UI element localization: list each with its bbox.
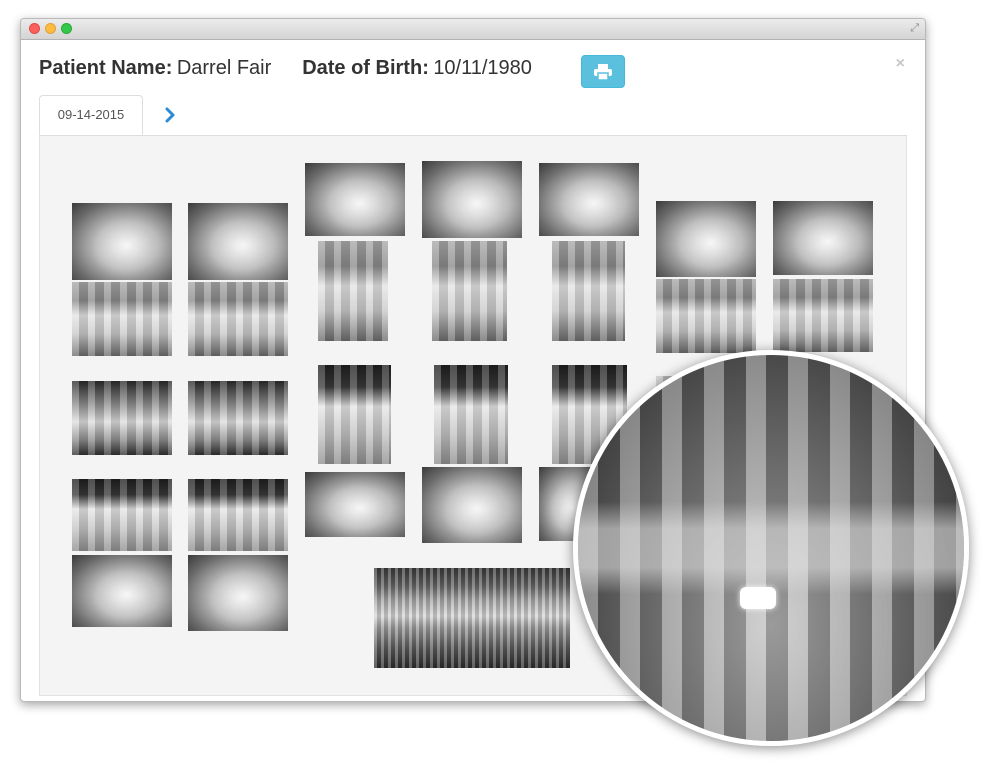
xray-thumbnail[interactable] bbox=[318, 365, 391, 464]
xray-thumbnail[interactable] bbox=[188, 479, 288, 551]
close-window-icon[interactable] bbox=[29, 23, 40, 34]
xray-thumbnail[interactable] bbox=[318, 241, 388, 341]
panoramic-xray[interactable] bbox=[374, 568, 570, 668]
xray-thumbnail[interactable] bbox=[422, 467, 522, 543]
minimize-window-icon[interactable] bbox=[45, 23, 56, 34]
xray-thumbnail[interactable] bbox=[188, 282, 288, 356]
xray-thumbnail[interactable] bbox=[552, 241, 625, 341]
xray-thumbnail[interactable] bbox=[656, 279, 756, 353]
dob-label: Date of Birth: bbox=[302, 57, 429, 79]
xray-thumbnail[interactable] bbox=[434, 365, 508, 464]
xray-thumbnail[interactable] bbox=[432, 241, 507, 341]
xray-thumbnail[interactable] bbox=[773, 201, 873, 275]
xray-thumbnail[interactable] bbox=[188, 555, 288, 631]
dob-value: 10/11/1980 bbox=[433, 57, 532, 79]
xray-thumbnail[interactable] bbox=[539, 163, 639, 236]
xray-thumbnail[interactable] bbox=[422, 161, 522, 238]
xray-thumbnail[interactable] bbox=[305, 472, 405, 537]
patient-name-value: Darrel Fair bbox=[176, 57, 272, 79]
xray-thumbnail[interactable] bbox=[188, 381, 288, 455]
xray-thumbnail[interactable] bbox=[773, 279, 873, 352]
chevron-right-icon bbox=[165, 107, 175, 123]
zoom-window-icon[interactable] bbox=[61, 23, 72, 34]
xray-thumbnail[interactable] bbox=[656, 201, 756, 277]
xray-thumbnail[interactable] bbox=[188, 203, 288, 280]
modal-close-icon[interactable]: × bbox=[896, 55, 905, 73]
xray-thumbnail[interactable] bbox=[72, 479, 172, 551]
next-date-button[interactable] bbox=[157, 101, 183, 129]
window-titlebar: ⤢ bbox=[21, 19, 925, 40]
xray-magnifier bbox=[573, 350, 969, 746]
fullscreen-icon[interactable]: ⤢ bbox=[910, 22, 919, 35]
magnified-teeth bbox=[578, 355, 964, 741]
xray-thumbnail[interactable] bbox=[72, 381, 172, 455]
magnified-filling bbox=[740, 587, 776, 609]
xray-thumbnail[interactable] bbox=[72, 203, 172, 280]
patient-header: Patient Name: Darrel Fair Date of Birth:… bbox=[39, 57, 532, 87]
tab-09-14-2015[interactable]: 09-14-2015 bbox=[39, 95, 143, 135]
xray-thumbnail[interactable] bbox=[72, 282, 172, 356]
date-tabs: 09-14-2015 bbox=[39, 95, 907, 136]
patient-name-label: Patient Name: bbox=[39, 57, 173, 79]
print-button[interactable] bbox=[581, 55, 625, 88]
print-icon bbox=[594, 64, 612, 80]
xray-thumbnail[interactable] bbox=[72, 555, 172, 627]
xray-thumbnail[interactable] bbox=[305, 163, 405, 236]
